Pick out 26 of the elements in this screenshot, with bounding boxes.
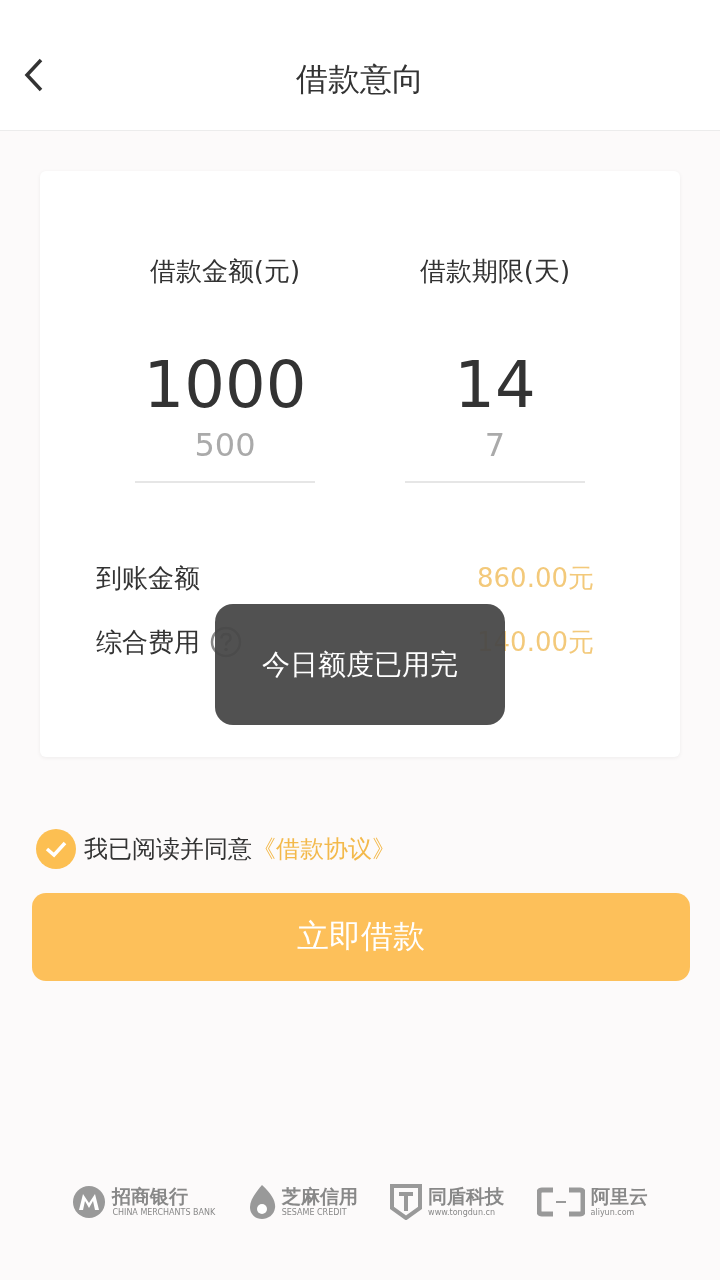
value-picker[interactable]: 14 7	[405, 347, 585, 483]
partner-name: 招商银行	[112, 1185, 190, 1207]
agree-checkbox[interactable]	[36, 829, 76, 869]
bank-logo-icon	[72, 1185, 107, 1219]
summary-label: 综合费用	[96, 625, 200, 659]
partner-subtitle: CHINA MERCHANTS BANK	[112, 1207, 216, 1219]
partner-subtitle: SESAME CREDIT	[281, 1207, 348, 1219]
drop-logo-icon	[247, 1184, 276, 1220]
partner-subtitle: aliyun.com	[590, 1207, 636, 1219]
bracket-logo-icon	[536, 1187, 585, 1217]
summary-value: 860.00元	[477, 561, 594, 595]
value-picker[interactable]: 1000 500	[135, 347, 315, 483]
check-icon	[44, 840, 68, 858]
picker-option[interactable]: 1000	[143, 347, 307, 423]
partner-name: 同盾科技	[428, 1185, 505, 1207]
partner-name: 阿里云	[590, 1185, 648, 1207]
agreement-text: 我已阅读并同意	[84, 834, 252, 865]
partner-subtitle: www.tongdun.cn	[428, 1207, 496, 1219]
picker-option[interactable]: 14	[454, 347, 536, 423]
picker-label: 借款期限(天)	[419, 255, 571, 288]
shield-logo-icon	[390, 1184, 423, 1220]
back-icon	[23, 58, 45, 92]
page-title: 借款意向	[296, 59, 424, 100]
partner-name: 芝麻信用	[281, 1185, 358, 1207]
summary-label: 到账金额	[96, 561, 200, 595]
picker-label: 借款金额(元)	[149, 255, 301, 288]
